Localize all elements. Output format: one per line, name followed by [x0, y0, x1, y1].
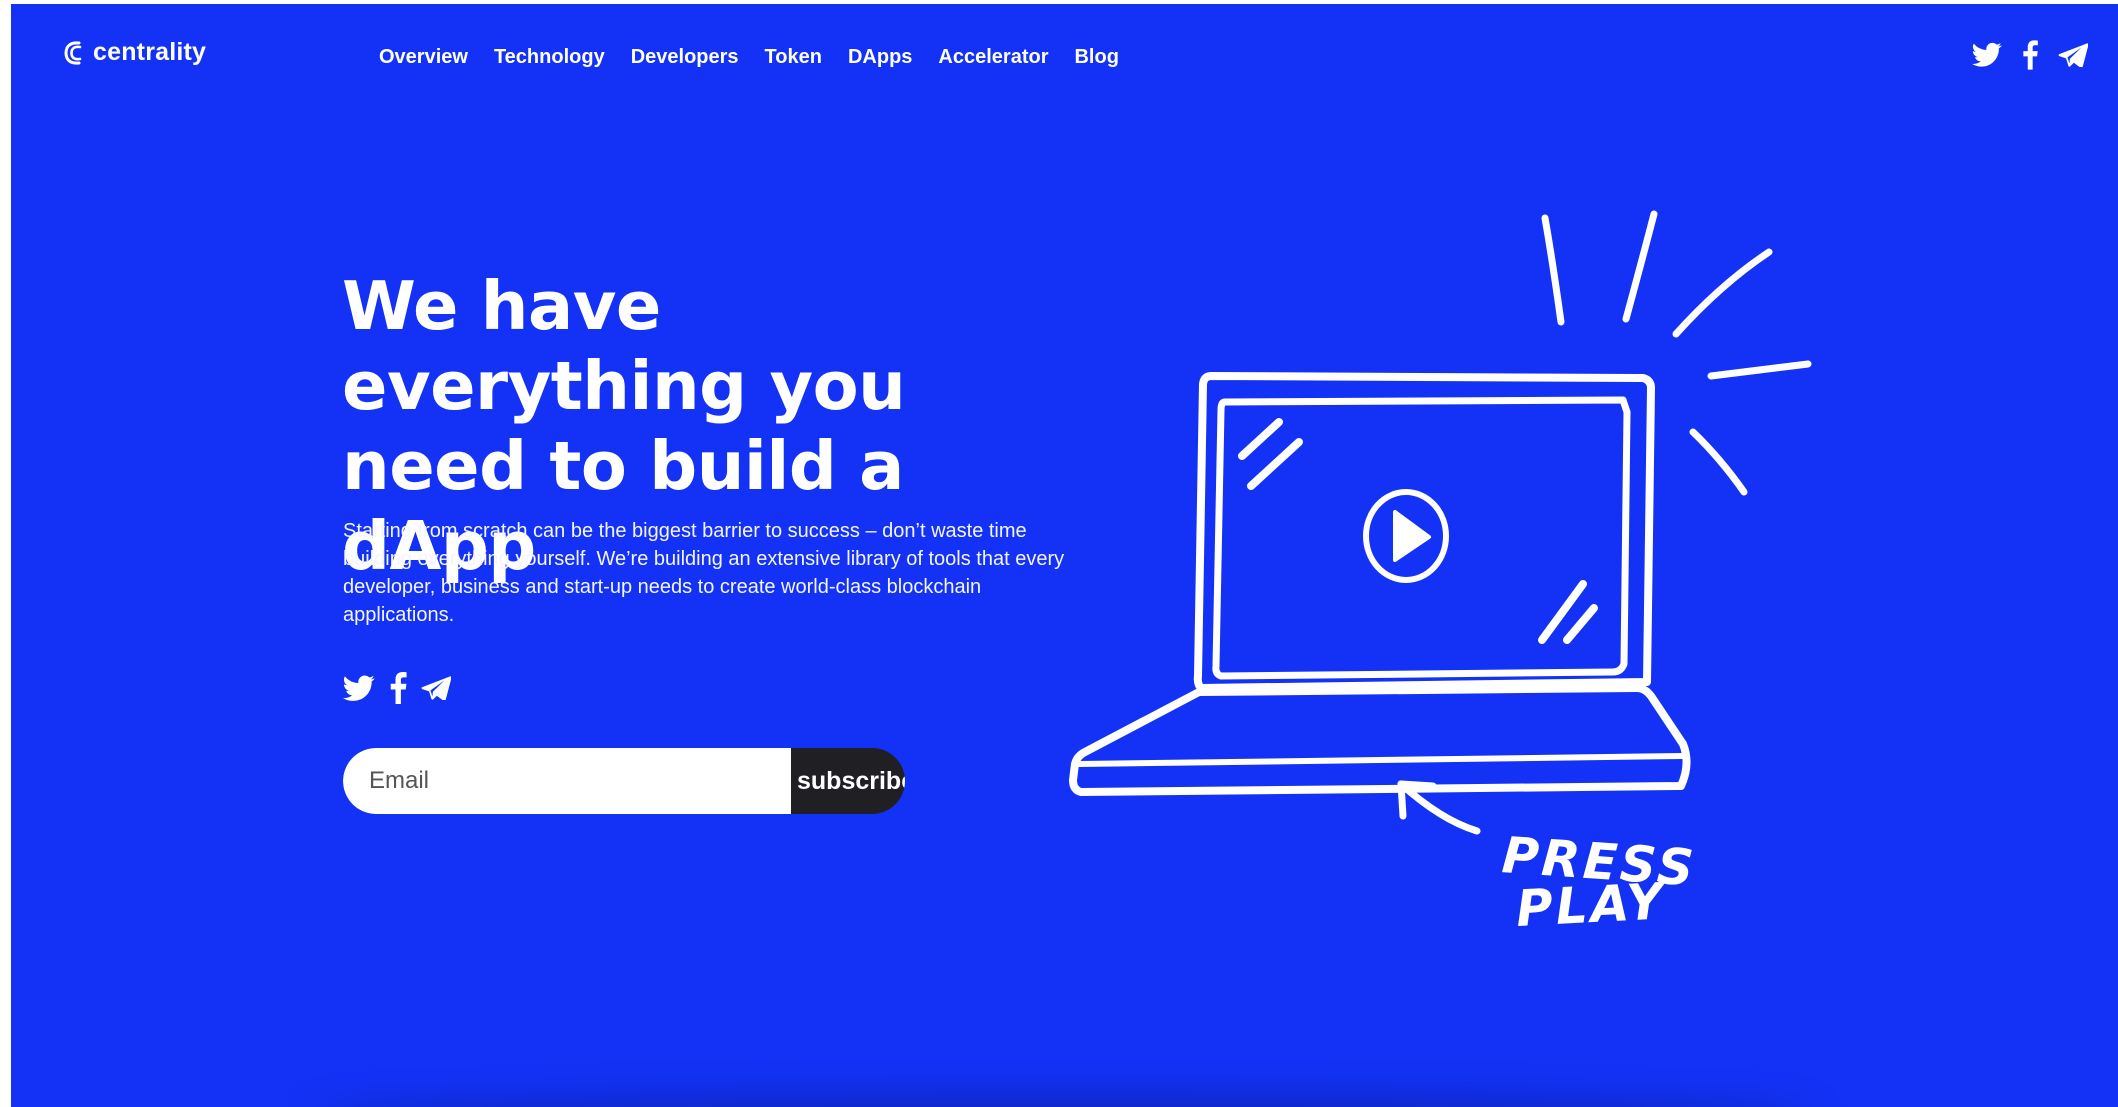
bottom-shadow	[311, 1097, 1818, 1107]
nav-item-developers[interactable]: Developers	[631, 46, 739, 69]
brand-name: centrality	[93, 38, 207, 66]
laptop-base-edge	[1076, 753, 1686, 767]
telegram-icon[interactable]	[2058, 43, 2089, 72]
nav-item-overview[interactable]: Overview	[379, 46, 468, 69]
nav-item-technology[interactable]: Technology	[494, 46, 605, 69]
email-input[interactable]	[343, 748, 791, 814]
laptop-illustration: PRESS PLAY	[1069, 210, 1812, 938]
burst-lines	[1541, 210, 1812, 496]
nav-item-token[interactable]: Token	[765, 46, 822, 69]
hero-description: Starting from scratch can be the biggest…	[343, 520, 1065, 626]
twitter-icon[interactable]	[343, 675, 375, 707]
telegram-icon[interactable]	[421, 676, 452, 705]
facebook-icon[interactable]	[2022, 40, 2038, 75]
twitter-icon[interactable]	[1972, 42, 2002, 73]
nav-item-accelerator[interactable]: Accelerator	[938, 46, 1048, 69]
brand-logo[interactable]: centrality	[61, 38, 206, 67]
main-nav: Overview Technology Developers Token DAp…	[379, 46, 1119, 69]
laptop-base	[1069, 684, 1691, 796]
nav-item-blog[interactable]: Blog	[1074, 46, 1118, 69]
handwritten-play: PLAY	[1515, 872, 1669, 938]
header-social-links	[1972, 40, 2089, 75]
nav-item-dapps[interactable]: DApps	[848, 46, 912, 69]
hero-social-links	[343, 672, 452, 709]
centrality-logo-icon	[64, 40, 82, 65]
subscribe-form: subscribe	[343, 748, 905, 814]
play-button-icon[interactable]	[1363, 489, 1449, 583]
facebook-icon[interactable]	[389, 672, 407, 709]
subscribe-button[interactable]: subscribe	[791, 748, 905, 814]
page-frame: centrality Overview Technology Developer…	[11, 4, 2118, 1107]
